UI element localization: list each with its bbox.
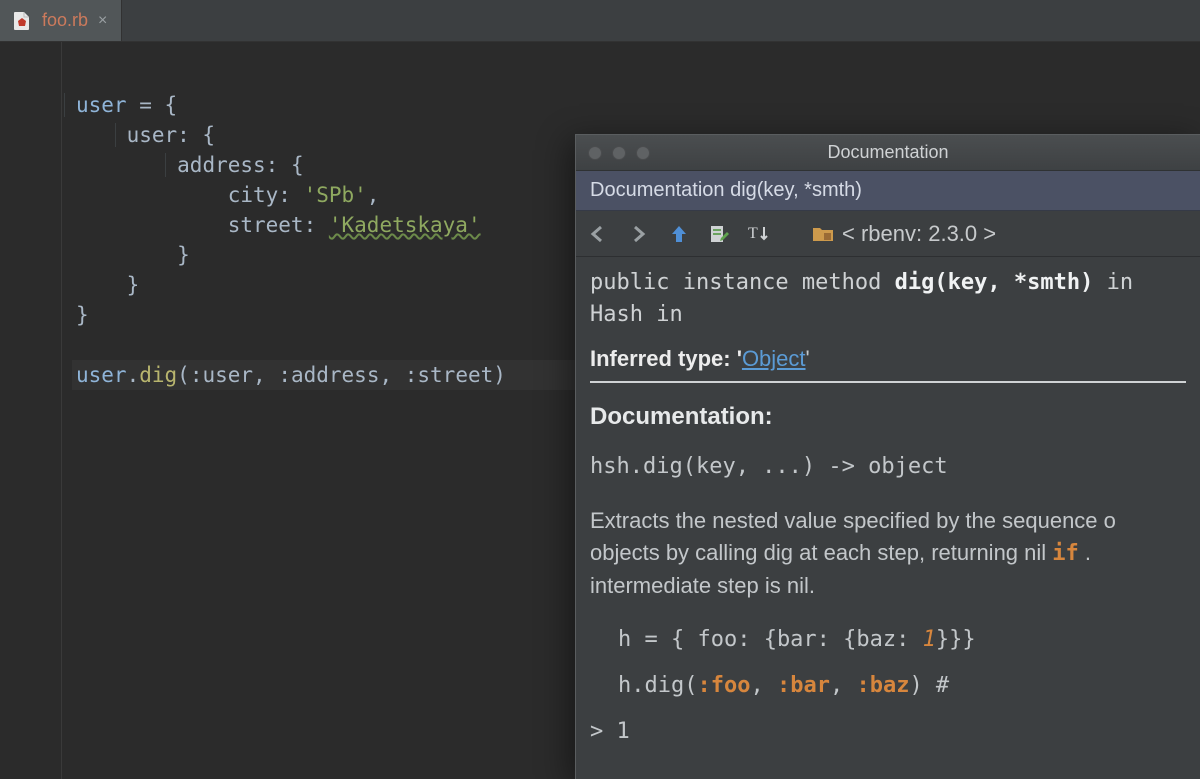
inferred-type-link[interactable]: Object	[742, 346, 806, 371]
doc-description: Extracts the nested value specified by t…	[590, 505, 1186, 602]
ex-text: h.dig(	[618, 673, 697, 698]
ex-text: ,	[830, 673, 857, 698]
code-body[interactable]: user = { user: { address: { city: 'SPb',…	[62, 42, 592, 779]
gutter	[0, 42, 62, 779]
traffic-zoom-icon[interactable]	[636, 146, 650, 160]
inferred-type: Inferred type: 'Object'	[590, 343, 1186, 383]
ex-text: ) #	[909, 673, 949, 698]
sdk-selector[interactable]: < rbenv: 2.3.0 >	[812, 221, 996, 247]
doc-syntax-line: hsh.dig(key, ...) -> object	[590, 451, 1186, 483]
code-token: }	[76, 303, 89, 327]
ex-sym: :baz	[856, 673, 909, 698]
back-icon[interactable]	[588, 223, 610, 245]
traffic-close-icon[interactable]	[588, 146, 602, 160]
code-token: ,	[367, 183, 380, 207]
code-token: user	[76, 363, 127, 387]
sdk-label: < rbenv: 2.3.0 >	[842, 221, 996, 247]
doc-example-2: h.dig(:foo, :bar, :baz) #	[590, 670, 1186, 702]
para-line: Extracts the nested value specified by t…	[590, 508, 1116, 533]
close-icon[interactable]: ×	[98, 13, 107, 29]
ruby-file-icon	[12, 11, 32, 31]
sig-bold: dig(key, *smth)	[895, 270, 1094, 295]
editor-tab-foo[interactable]: foo.rb ×	[0, 0, 122, 41]
sig-pre: public instance method	[590, 270, 895, 295]
doc-toolbar: T < rbenv: 2.3.0 >	[576, 211, 1200, 257]
para-line: .	[1079, 540, 1091, 565]
current-line: user.dig(:user, :address, :street)	[72, 360, 592, 390]
para-line: intermediate step is nil.	[590, 573, 815, 598]
code-token: 'SPb'	[304, 183, 367, 207]
code-token: address: {	[177, 153, 303, 177]
doc-titlebar[interactable]: Documentation	[576, 135, 1200, 171]
ex-text: ,	[750, 673, 777, 698]
code-token: .	[127, 363, 140, 387]
code-token: street:	[228, 213, 329, 237]
code-token-warning: 'Kadetskaya'	[329, 213, 481, 237]
code-token: }	[177, 243, 190, 267]
edit-source-icon[interactable]	[708, 223, 730, 245]
inferred-label: Inferred type: '	[590, 346, 742, 371]
doc-subtitle: Documentation dig(key, *smth)	[576, 171, 1200, 211]
code-token: user: {	[127, 123, 216, 147]
ex-sym: :bar	[777, 673, 830, 698]
window-controls[interactable]	[576, 146, 650, 160]
doc-signature: public instance method dig(key, *smth) i…	[590, 267, 1186, 331]
doc-example-output: > 1	[590, 716, 1186, 748]
inferred-tail: '	[806, 346, 810, 371]
doc-window-title: Documentation	[576, 142, 1200, 163]
doc-body[interactable]: public instance method dig(key, *smth) i…	[576, 257, 1200, 779]
ex-num: 1	[923, 627, 936, 652]
up-arrow-icon[interactable]	[668, 223, 690, 245]
svg-text:T: T	[748, 225, 758, 242]
ex-sym: :foo	[697, 673, 750, 698]
doc-heading: Documentation:	[590, 401, 1186, 433]
para-kw: if	[1052, 541, 1079, 566]
forward-icon[interactable]	[628, 223, 650, 245]
code-token: }	[127, 273, 140, 297]
code-token: = {	[127, 93, 178, 117]
documentation-window: Documentation Documentation dig(key, *sm…	[575, 134, 1200, 779]
code-token: dig	[139, 363, 177, 387]
para-line: objects by calling dig at each step, ret…	[590, 540, 1052, 565]
tab-bar: foo.rb ×	[0, 0, 1200, 42]
tab-filename: foo.rb	[42, 10, 88, 31]
traffic-minimize-icon[interactable]	[612, 146, 626, 160]
code-token: user	[76, 93, 127, 117]
doc-example-1: h = { foo: {bar: {baz: 1}}}	[590, 624, 1186, 656]
folder-icon	[812, 223, 834, 245]
code-token: (:user, :address, :street)	[177, 363, 506, 387]
ex-text: }}}	[936, 627, 976, 652]
code-token: city:	[228, 183, 304, 207]
font-size-icon[interactable]: T	[748, 223, 770, 245]
ex-text: h = { foo: {bar: {baz:	[618, 627, 923, 652]
